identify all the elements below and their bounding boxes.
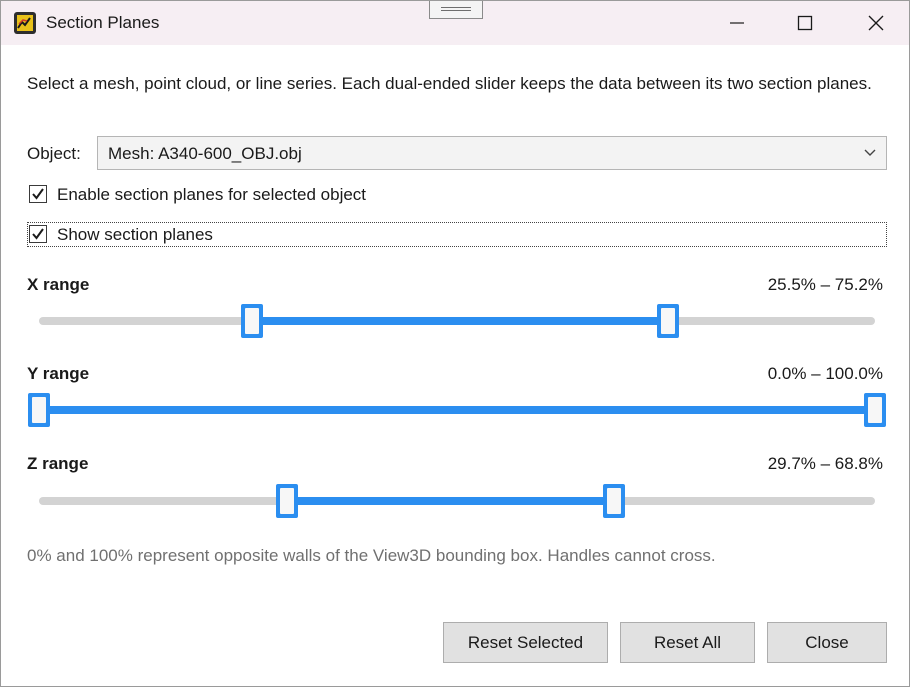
- footnote-text: 0% and 100% represent opposite walls of …: [27, 546, 716, 565]
- z-range-label: Z range: [27, 454, 89, 473]
- close-window-button[interactable]: [853, 1, 899, 45]
- y-range-value: 0.0% – 100.0%: [767, 364, 883, 383]
- x-range-low-handle[interactable]: [241, 304, 264, 338]
- y-range-high-handle[interactable]: [864, 393, 886, 427]
- show-section-planes-checkbox[interactable]: Show section planes: [27, 222, 327, 248]
- reset-selected-button[interactable]: Reset Selected: [443, 622, 608, 663]
- x-range-slider[interactable]: [39, 304, 875, 338]
- checkbox-box[interactable]: [29, 185, 47, 203]
- maximize-icon: [797, 15, 813, 31]
- object-select-value: Mesh: A340-600_OBJ.obj: [108, 144, 302, 163]
- window-title: Section Planes: [46, 13, 160, 32]
- object-select[interactable]: Mesh: A340-600_OBJ.obj: [97, 136, 887, 170]
- enable-checkbox-label: Enable section planes for selected objec…: [57, 185, 367, 204]
- title-bar[interactable]: Section Planes: [1, 1, 909, 45]
- drag-grip-icon[interactable]: [429, 1, 483, 19]
- minimize-button[interactable]: [714, 1, 760, 45]
- y-range-low-handle[interactable]: [28, 393, 50, 427]
- close-button[interactable]: Close: [767, 622, 887, 663]
- chevron-down-icon: [864, 149, 876, 156]
- reset-all-button[interactable]: Reset All: [620, 622, 755, 663]
- z-range-high-handle[interactable]: [603, 484, 626, 518]
- close-icon: [868, 15, 884, 31]
- checkbox-box[interactable]: [29, 225, 47, 243]
- slider-selected-range: [39, 406, 875, 414]
- checkmark-icon: [32, 188, 44, 200]
- minimize-icon: [730, 22, 744, 24]
- slider-selected-range: [287, 497, 615, 505]
- slider-selected-range: [252, 317, 668, 325]
- enable-section-planes-checkbox[interactable]: Enable section planes for selected objec…: [27, 182, 427, 208]
- app-icon: [14, 12, 36, 34]
- checkmark-icon: [32, 228, 44, 240]
- x-range-value: 25.5% – 75.2%: [767, 275, 883, 294]
- x-range-high-handle[interactable]: [656, 304, 679, 338]
- description-text: Select a mesh, point cloud, or line seri…: [27, 74, 872, 93]
- z-range-value: 29.7% – 68.8%: [767, 454, 883, 473]
- z-range-slider[interactable]: [39, 484, 875, 518]
- object-label: Object:: [27, 144, 81, 163]
- section-planes-dialog: Section Planes Select a mesh, point clou…: [0, 0, 910, 687]
- maximize-button[interactable]: [782, 1, 828, 45]
- show-checkbox-label: Show section planes: [57, 225, 213, 244]
- y-range-slider[interactable]: [28, 393, 886, 427]
- y-range-label: Y range: [27, 364, 90, 383]
- z-range-low-handle[interactable]: [276, 484, 299, 518]
- x-range-label: X range: [27, 275, 90, 294]
